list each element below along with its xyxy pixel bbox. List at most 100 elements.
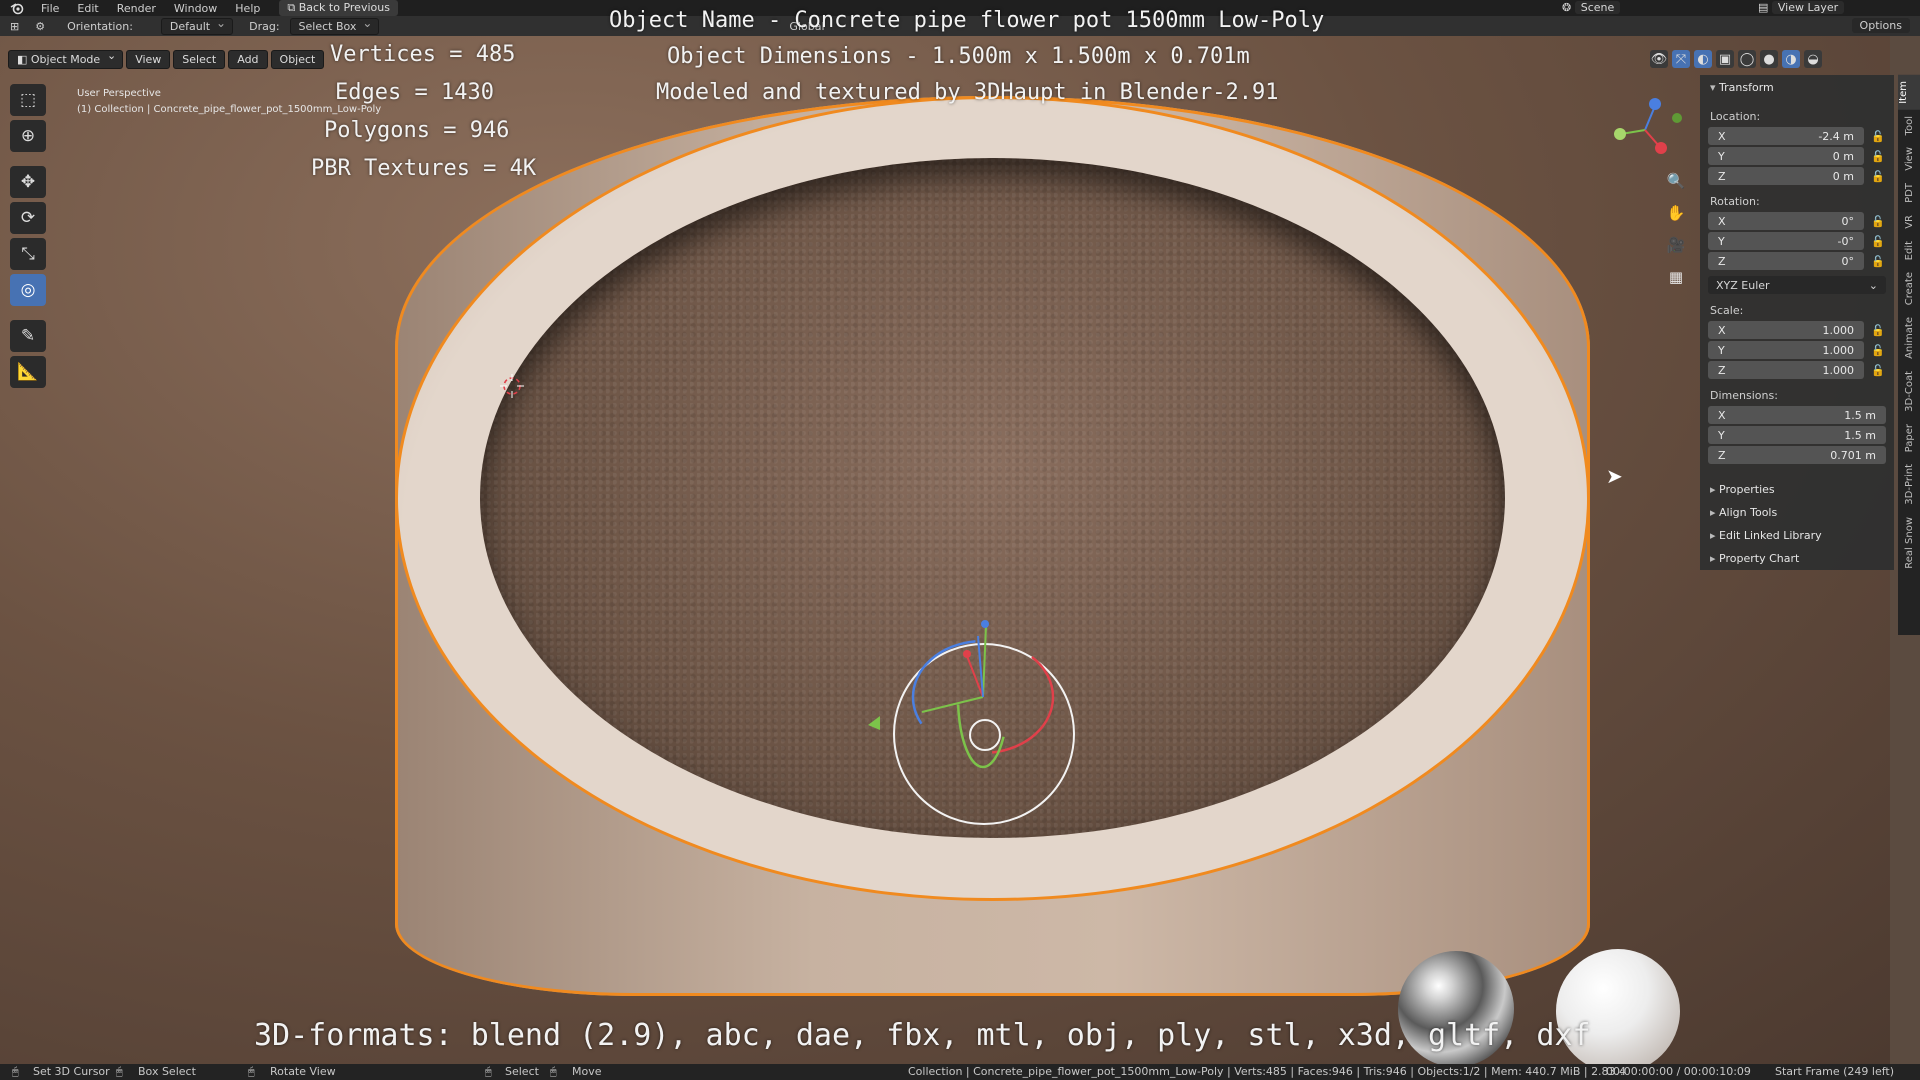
scale-z-value: 1.000: [1822, 363, 1855, 377]
dimensions-y-field[interactable]: Y 1.5 m: [1708, 426, 1886, 444]
tab-edit[interactable]: Edit: [1904, 235, 1915, 266]
camera-icon[interactable]: 🎥: [1663, 232, 1689, 258]
transform-gizmo-axes[interactable]: [0, 36, 1890, 1064]
status-move: Move: [572, 1065, 602, 1078]
tab-item[interactable]: Item: [1898, 75, 1920, 110]
view-layer-selector[interactable]: ▤ View Layer: [1758, 1, 1845, 14]
measure-tool-icon[interactable]: 📐: [10, 356, 46, 388]
dimensions-x-field[interactable]: X 1.5 m: [1708, 406, 1886, 424]
overlay-vertices: Vertices = 485: [330, 42, 516, 67]
grid-perspective-icon[interactable]: ▦: [1663, 264, 1689, 290]
view-menu[interactable]: View: [126, 50, 171, 69]
menu-edit[interactable]: Edit: [68, 2, 107, 15]
pan-hand-icon[interactable]: ✋: [1663, 200, 1689, 226]
object-mode-select[interactable]: ◧ Object Mode: [8, 49, 124, 69]
rotation-z-field[interactable]: Z 0°: [1708, 252, 1864, 270]
menu-window[interactable]: Window: [165, 2, 226, 15]
3d-viewport[interactable]: ➤: [0, 36, 1890, 1064]
annotate-tool-icon[interactable]: ✎: [10, 320, 46, 352]
scene-selector[interactable]: ❂ Scene: [1562, 1, 1621, 14]
lock-icon[interactable]: 🔓: [1870, 215, 1886, 228]
rotation-x-field[interactable]: X 0°: [1708, 212, 1864, 230]
scale-y-field[interactable]: Y 1.000: [1708, 341, 1864, 359]
tab-paper[interactable]: Paper: [1904, 418, 1915, 458]
orientation-label: Orientation:: [67, 19, 133, 33]
axis-x-label: X: [1718, 323, 1726, 337]
zoom-icon[interactable]: 🔍: [1663, 168, 1689, 194]
gizmo-toggle-icon[interactable]: ⤧: [1672, 50, 1690, 68]
tab-tool[interactable]: Tool: [1904, 110, 1915, 141]
tab-3d-print[interactable]: 3D-Print: [1904, 458, 1915, 511]
mouse-pointer-icon: ➤: [1606, 464, 1623, 488]
scale-x-field[interactable]: X 1.000: [1708, 321, 1864, 339]
view-layer-name[interactable]: View Layer: [1771, 1, 1845, 14]
rotate-tool-icon[interactable]: ⟳: [10, 202, 46, 234]
scene-icon: ❂: [1562, 1, 1575, 14]
location-y-field[interactable]: Y 0 m: [1708, 147, 1864, 165]
location-x-field[interactable]: X -2.4 m: [1708, 127, 1864, 145]
dimensions-z-field[interactable]: Z 0.701 m: [1708, 446, 1886, 464]
lock-icon[interactable]: 🔓: [1870, 344, 1886, 357]
back-to-previous-button[interactable]: ⧉ Back to Previous: [279, 0, 398, 16]
lock-icon[interactable]: 🔓: [1870, 364, 1886, 377]
mouse-right-icon: 🖱: [248, 1065, 255, 1078]
rotation-mode-select[interactable]: XYZ Euler ⌄: [1708, 276, 1886, 294]
blender-logo-icon[interactable]: [10, 1, 24, 15]
move-tool-icon[interactable]: ✥: [10, 166, 46, 198]
material-shading-icon[interactable]: ◑: [1782, 50, 1800, 68]
orientation-select[interactable]: Default: [160, 16, 234, 35]
status-box-select: Box Select: [138, 1065, 196, 1078]
axis-x-label: X: [1718, 214, 1726, 228]
tab-3d-coat[interactable]: 3D-Coat: [1904, 365, 1915, 418]
rotation-y-field[interactable]: Y -0°: [1708, 232, 1864, 250]
scale-tool-icon[interactable]: ⤡: [10, 238, 46, 270]
cursor-tool-icon[interactable]: ⊕: [10, 120, 46, 152]
lock-icon[interactable]: 🔓: [1870, 324, 1886, 337]
axis-z-label: Z: [1718, 363, 1726, 377]
rendered-shading-icon[interactable]: ◒: [1804, 50, 1822, 68]
status-bar: 🖱 Set 3D Cursor 🖱 Box Select 🖱 Rotate Vi…: [0, 1064, 1920, 1080]
tab-create[interactable]: Create: [1904, 266, 1915, 311]
dimensions-y-value: 1.5 m: [1844, 428, 1876, 442]
menu-help[interactable]: Help: [226, 2, 269, 15]
location-z-field[interactable]: Z 0 m: [1708, 167, 1864, 185]
navigation-gizmo[interactable]: [1605, 90, 1685, 170]
overlay-3d-formats: 3D-formats: blend (2.9), abc, dae, fbx, …: [254, 1018, 1591, 1053]
lock-icon[interactable]: 🔓: [1870, 130, 1886, 143]
options-button[interactable]: Options: [1851, 18, 1910, 33]
solid-shading-icon[interactable]: ●: [1760, 50, 1778, 68]
scene-name[interactable]: Scene: [1574, 1, 1621, 14]
xray-toggle-icon[interactable]: ▣: [1716, 50, 1734, 68]
status-start-frame: Start Frame (249 left): [1775, 1065, 1895, 1078]
tab-view[interactable]: View: [1904, 141, 1915, 177]
tab-pdt[interactable]: PDT: [1904, 177, 1915, 209]
select-menu[interactable]: Select: [173, 50, 226, 69]
scale-z-field[interactable]: Z 1.000: [1708, 361, 1864, 379]
overlays-toggle-icon[interactable]: ◐: [1694, 50, 1712, 68]
visibility-icon[interactable]: 👁: [1650, 50, 1668, 68]
properties-panel-header[interactable]: Properties: [1700, 478, 1894, 501]
tab-vr[interactable]: VR: [1904, 209, 1915, 235]
menu-render[interactable]: Render: [108, 2, 165, 15]
lock-icon[interactable]: 🔓: [1870, 235, 1886, 248]
add-menu[interactable]: Add: [228, 50, 268, 69]
object-menu[interactable]: Object: [270, 50, 325, 69]
lock-icon[interactable]: 🔓: [1870, 150, 1886, 163]
tab-animate[interactable]: Animate: [1904, 311, 1915, 365]
align-tools-panel-header[interactable]: Align Tools: [1700, 501, 1894, 524]
property-chart-panel-header[interactable]: Property Chart: [1700, 547, 1894, 570]
lock-icon[interactable]: 🔓: [1870, 170, 1886, 183]
drag-select[interactable]: Select Box: [289, 16, 380, 35]
select-box-tool-icon[interactable]: ⬚: [10, 84, 46, 116]
rotation-y-value: -0°: [1837, 234, 1854, 248]
menu-file[interactable]: File: [32, 2, 68, 15]
wireframe-shading-icon[interactable]: ◯: [1738, 50, 1756, 68]
edit-linked-library-panel-header[interactable]: Edit Linked Library: [1700, 524, 1894, 547]
transform-tool-icon[interactable]: ◎: [10, 274, 46, 306]
tab-real-snow[interactable]: Real Snow: [1904, 511, 1915, 575]
editor-type-icon[interactable]: ⊞: [10, 20, 19, 33]
lock-icon[interactable]: 🔓: [1870, 255, 1886, 268]
tool-settings-icon[interactable]: ⚙: [35, 20, 45, 33]
transform-panel-header[interactable]: Transform: [1700, 75, 1894, 100]
rotation-x-value: 0°: [1841, 214, 1855, 228]
